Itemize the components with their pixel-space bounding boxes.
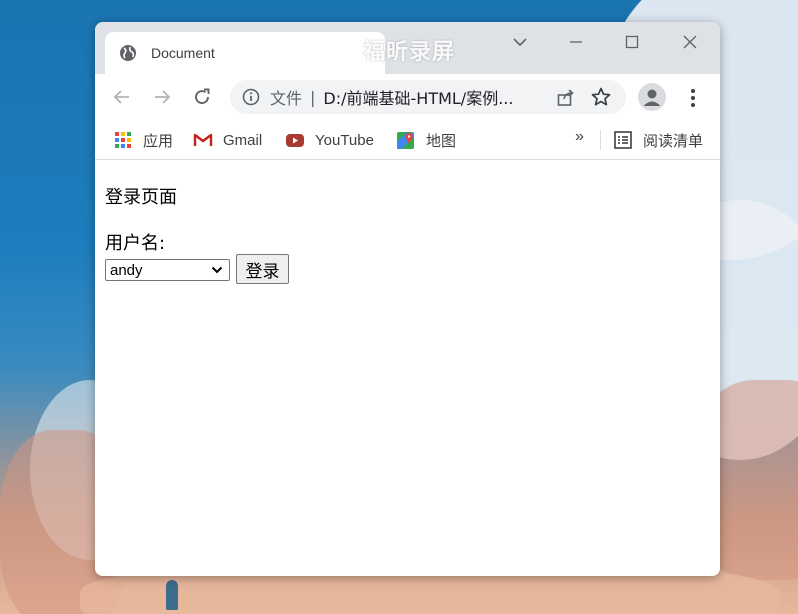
- page-content: 登录页面 用户名: andy 登录: [95, 161, 720, 576]
- share-icon[interactable]: [556, 87, 576, 107]
- bookmark-label: Gmail: [223, 131, 263, 149]
- reading-list-icon: [613, 130, 633, 150]
- play-icon: [325, 36, 357, 64]
- maximize-icon: [625, 35, 639, 49]
- arrow-left-icon: [113, 90, 129, 104]
- login-button[interactable]: 登录: [236, 254, 289, 284]
- browser-menu-button[interactable]: [683, 86, 703, 110]
- address-bar[interactable]: 文件 | D:/前端基础-HTML/案例...: [230, 80, 626, 114]
- forward-button[interactable]: [149, 84, 175, 110]
- browser-window: Document 福昕录屏 文件 | D:/前端基础-HTML/案例... 应用…: [95, 22, 720, 576]
- reload-icon: [195, 88, 210, 104]
- bookmark-gmail[interactable]: Gmail: [193, 128, 262, 152]
- reload-button[interactable]: [189, 84, 215, 110]
- kebab-menu-icon: [691, 89, 695, 107]
- gmail-icon: [193, 130, 213, 150]
- maps-icon: [396, 130, 416, 150]
- recording-watermark: 福昕录屏: [325, 34, 455, 66]
- bookmark-apps[interactable]: 应用: [113, 128, 173, 152]
- profile-avatar[interactable]: [638, 83, 666, 111]
- figure-silhouette: [166, 580, 178, 610]
- bookmark-label: 地图: [426, 132, 457, 150]
- bookmarks-divider: [600, 130, 601, 150]
- bookmark-star-icon[interactable]: [590, 86, 612, 108]
- tab-title: Document: [151, 45, 215, 61]
- bookmarks-bar: 应用 Gmail YouTube 地图 » 阅读清单: [95, 120, 720, 160]
- globe-icon: [119, 44, 137, 62]
- page-title: 登录页面: [105, 187, 177, 208]
- scheme-label: 文件: [270, 89, 303, 108]
- reading-list-label: 阅读清单: [643, 132, 704, 150]
- apps-grid-icon: [113, 130, 133, 150]
- browser-toolbar: 文件 | D:/前端基础-HTML/案例...: [95, 74, 720, 120]
- maximize-button[interactable]: [617, 32, 647, 52]
- minimize-icon: [570, 41, 582, 43]
- chevron-down-icon: [211, 263, 223, 275]
- watermark-text: 福昕录屏: [363, 40, 456, 65]
- address-separator: |: [310, 87, 316, 107]
- bookmark-youtube[interactable]: YouTube: [285, 128, 374, 152]
- username-select[interactable]: andy: [105, 259, 230, 281]
- close-icon: [683, 35, 697, 49]
- close-button[interactable]: [675, 32, 705, 52]
- bookmark-maps[interactable]: 地图: [396, 128, 456, 152]
- back-button[interactable]: [109, 84, 135, 110]
- username-label: 用户名:: [105, 233, 166, 254]
- chevron-down-icon: [513, 38, 527, 47]
- reading-list-button[interactable]: 阅读清单: [613, 128, 703, 152]
- tab-search-button[interactable]: [505, 32, 535, 52]
- url-text[interactable]: D:/前端基础-HTML/案例...: [323, 85, 513, 109]
- bookmark-label: 应用: [143, 132, 174, 150]
- bookmark-label: YouTube: [315, 131, 374, 149]
- person-icon: [643, 89, 661, 106]
- minimize-button[interactable]: [561, 32, 591, 52]
- username-selected-value: andy: [110, 261, 143, 279]
- bookmarks-overflow-button[interactable]: »: [575, 128, 584, 146]
- info-icon[interactable]: [242, 88, 260, 106]
- tab-strip: Document 福昕录屏: [95, 22, 720, 74]
- arrow-right-icon: [155, 90, 171, 104]
- youtube-icon: [285, 130, 305, 150]
